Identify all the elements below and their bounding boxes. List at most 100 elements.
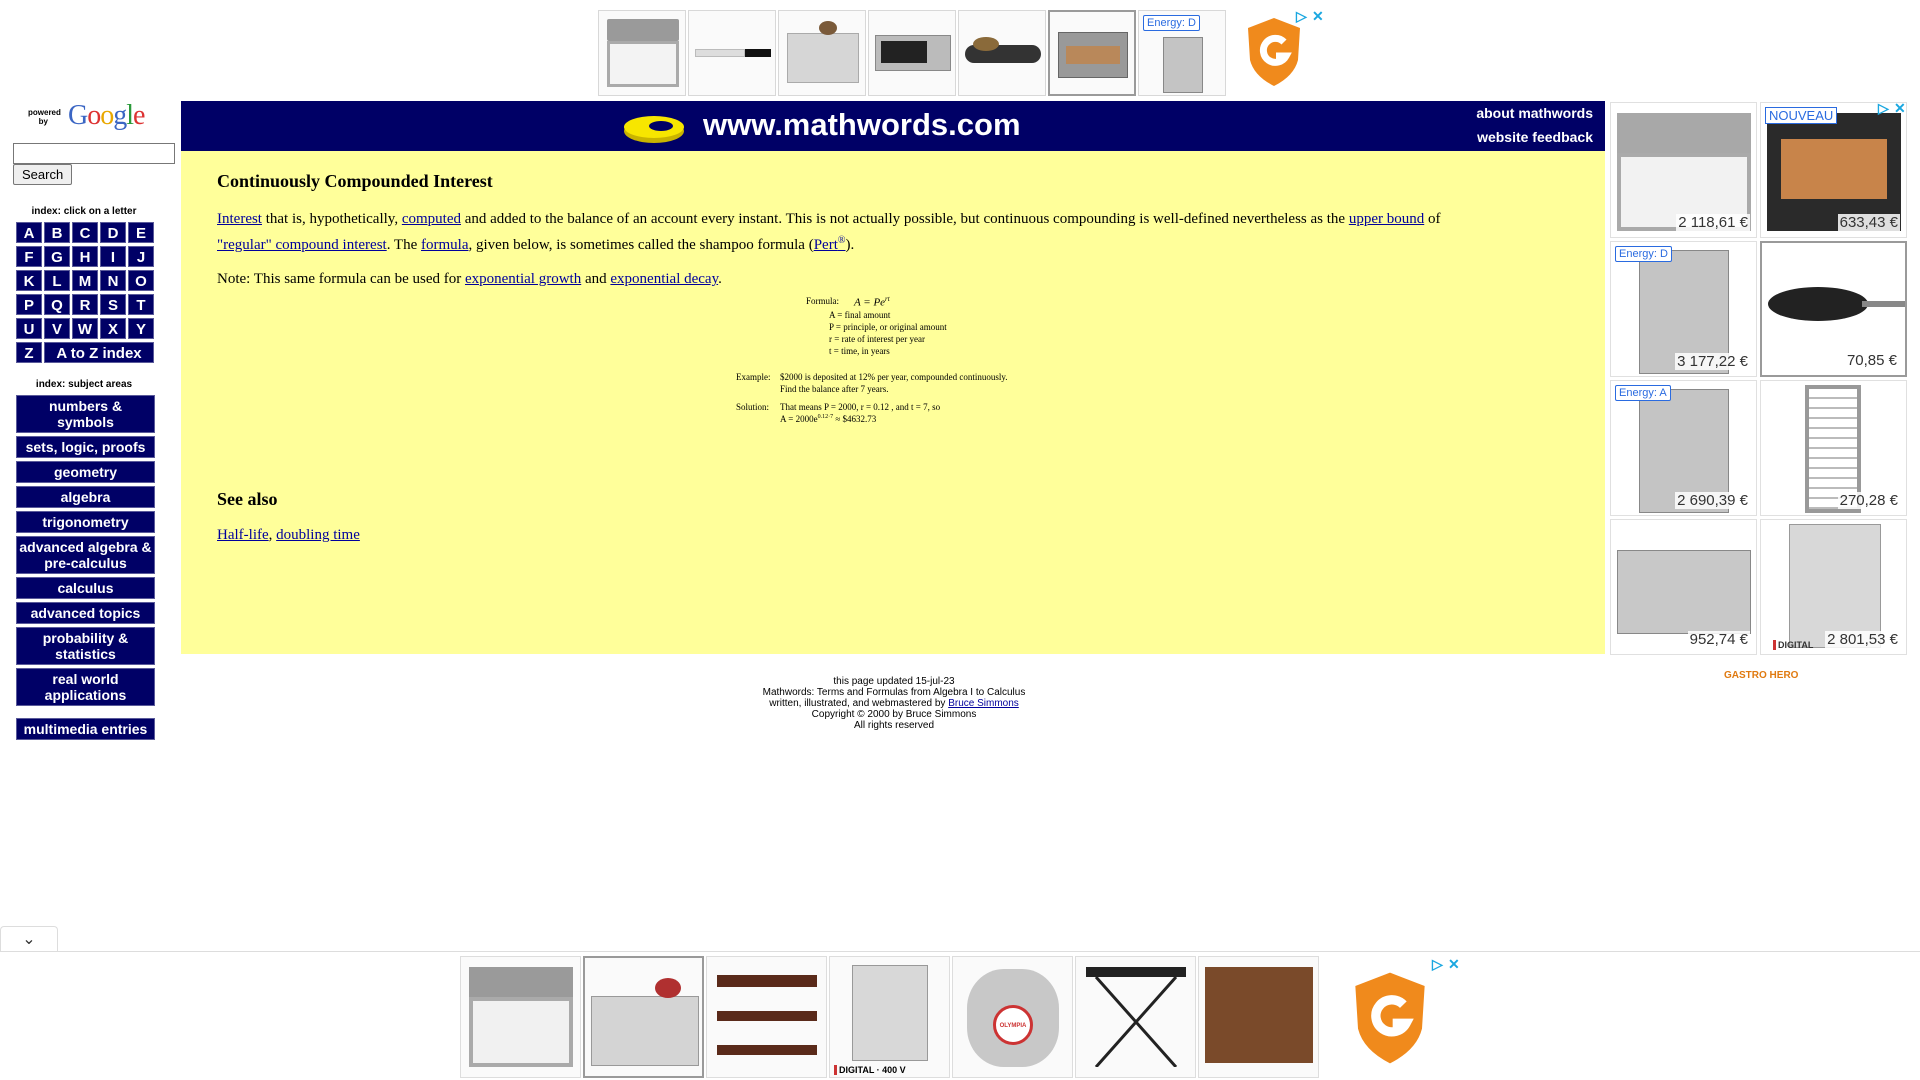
subject-geometry-button[interactable]: geometry	[16, 461, 155, 483]
top-ad-banner[interactable]: Energy: D ▷ ✕	[598, 8, 1324, 96]
gastro-hero-logo[interactable]	[1244, 16, 1304, 86]
letter-z-button[interactable]: Z	[16, 342, 42, 363]
energy-badge: Energy: A	[1615, 385, 1671, 401]
subject-probability-statistics-button[interactable]: probability & statistics	[16, 627, 155, 665]
letter-n-button[interactable]: N	[100, 270, 126, 291]
letter-c-button[interactable]: C	[72, 222, 98, 243]
letter-u-button[interactable]: U	[16, 318, 42, 339]
ad-thumb-gas-range[interactable]	[598, 10, 686, 96]
subject-advanced-algebra-pre-calculus-button[interactable]: advanced algebra & pre-calculus	[16, 536, 155, 574]
ad-product-tile[interactable]: Energy: D 3 177,22 €	[1610, 241, 1757, 377]
ad-product-tile[interactable]: 70,85 €	[1760, 241, 1907, 377]
close-icon[interactable]: ✕	[1312, 8, 1324, 25]
ad-product-tile[interactable]: 270,28 €	[1760, 380, 1907, 516]
letter-o-button[interactable]: O	[128, 270, 154, 291]
price-label: 70,85 €	[1844, 352, 1899, 369]
ad-choices-icon[interactable]: ▷	[1878, 100, 1889, 117]
letter-q-button[interactable]: Q	[44, 294, 70, 315]
site-title[interactable]: www.mathwords.com	[703, 107, 1021, 143]
search-input[interactable]	[13, 143, 175, 164]
ad-thumb-cabinet[interactable]	[583, 956, 704, 1078]
ad-thumb-hotplate[interactable]	[958, 10, 1046, 96]
ad-thumb-laundry-cart[interactable]	[1198, 956, 1319, 1078]
letter-p-button[interactable]: P	[16, 294, 42, 315]
letter-j-button[interactable]: J	[128, 246, 154, 267]
letter-a-button[interactable]: A	[16, 222, 42, 243]
ad-product-tile[interactable]: Energy: A 2 690,39 €	[1610, 380, 1757, 516]
exponential-growth-link[interactable]: exponential growth	[465, 271, 581, 287]
ad-product-tile[interactable]: NOUVEAU 633,43 €	[1760, 102, 1907, 238]
gastro-hero-logo[interactable]	[1350, 970, 1430, 1066]
letter-y-button[interactable]: Y	[128, 318, 154, 339]
letter-v-button[interactable]: V	[44, 318, 70, 339]
website-feedback-link[interactable]: website feedback	[1477, 129, 1593, 145]
def-a: A = final amount	[829, 310, 891, 320]
multimedia-entries-button[interactable]: multimedia entries	[16, 718, 155, 740]
text: Note: This same formula can be used for	[217, 271, 465, 287]
subject-calculus-button[interactable]: calculus	[16, 577, 155, 599]
letter-m-button[interactable]: M	[72, 270, 98, 291]
computed-link[interactable]: computed	[402, 211, 461, 227]
ad-thumb-trolley[interactable]	[706, 956, 827, 1078]
ad-thumb-knife[interactable]	[688, 10, 776, 96]
letter-x-button[interactable]: X	[100, 318, 126, 339]
letter-s-button[interactable]: S	[100, 294, 126, 315]
subject-numbers-symbols-button[interactable]: numbers & symbols	[16, 395, 155, 433]
upper-bound-link[interactable]: upper bound	[1349, 211, 1424, 227]
subject-real-world-applications-button[interactable]: real world applications	[16, 668, 155, 706]
ad-product-tile[interactable]: 952,74 €	[1610, 519, 1757, 655]
subject-advanced-topics-button[interactable]: advanced topics	[16, 602, 155, 624]
subject-sets-logic-proofs-button[interactable]: sets, logic, proofs	[16, 436, 155, 458]
author-link[interactable]: Bruce Simmons	[948, 698, 1019, 709]
regular-compound-interest-link[interactable]: "regular" compound interest	[217, 237, 387, 253]
ad-choices-icon[interactable]: ▷	[1296, 8, 1307, 25]
ad-thumb-gas-range[interactable]	[460, 956, 581, 1078]
letter-i-button[interactable]: I	[100, 246, 126, 267]
powered-by-label: powered by	[28, 108, 61, 126]
letter-l-button[interactable]: L	[44, 270, 70, 291]
collapse-ad-button[interactable]: ⌄	[0, 926, 58, 952]
search-button[interactable]: Search	[13, 164, 73, 185]
letter-t-button[interactable]: T	[128, 294, 154, 315]
example-label: Example:	[736, 372, 771, 382]
close-icon[interactable]: ✕	[1448, 956, 1460, 973]
letter-d-button[interactable]: D	[100, 222, 126, 243]
about-link[interactable]: about mathwords	[1476, 105, 1593, 121]
ad-thumb-chafing-fuel[interactable]: OLYMPIA	[952, 956, 1073, 1078]
letter-e-button[interactable]: E	[128, 222, 154, 243]
interest-link[interactable]: Interest	[217, 211, 262, 227]
digital-label: DIGITAL	[1773, 640, 1813, 650]
subject-algebra-button[interactable]: algebra	[16, 486, 155, 508]
ad-thumb-cabinet[interactable]	[778, 10, 866, 96]
ad-thumb-grill[interactable]	[1048, 10, 1136, 96]
ad-product-tile[interactable]: 2 118,61 €	[1610, 102, 1757, 238]
solution-label: Solution:	[736, 402, 770, 412]
subject-trigonometry-button[interactable]: trigonometry	[16, 511, 155, 533]
letter-f-button[interactable]: F	[16, 246, 42, 267]
gastro-hero-brand[interactable]: GASTRO HERO	[1724, 670, 1798, 681]
ad-product-tile[interactable]: DIGITAL 2 801,53 €	[1760, 519, 1907, 655]
doubling-time-link[interactable]: doubling time	[276, 527, 360, 543]
text: . The	[386, 237, 422, 253]
letter-k-button[interactable]: K	[16, 270, 42, 291]
price-label: 633,43 €	[1837, 214, 1900, 231]
letter-h-button[interactable]: H	[72, 246, 98, 267]
letter-w-button[interactable]: W	[72, 318, 98, 339]
ad-choices-icon[interactable]: ▷	[1432, 956, 1443, 973]
ad-thumb-fridge[interactable]: Energy: D	[1138, 10, 1226, 96]
ad-thumb-table[interactable]	[1075, 956, 1196, 1078]
formula-link[interactable]: formula	[421, 237, 468, 253]
half-life-link[interactable]: Half-life	[217, 527, 269, 543]
right-ad-grid[interactable]: 2 118,61 € NOUVEAU 633,43 € Energy: D 3 177,…	[1610, 100, 1910, 692]
bottom-ad-banner[interactable]: DIGITAL · 400 V OLYMPIA ▷ ✕	[460, 956, 1462, 1080]
mathwords-logo[interactable]	[623, 113, 685, 145]
pert-link[interactable]: Pert®	[814, 235, 846, 253]
close-icon[interactable]: ✕	[1894, 100, 1906, 117]
a-to-z-index-button[interactable]: A to Z index	[44, 342, 154, 363]
letter-g-button[interactable]: G	[44, 246, 70, 267]
exponential-decay-link[interactable]: exponential decay	[610, 271, 718, 287]
ad-thumb-dishwasher[interactable]: DIGITAL · 400 V	[829, 956, 950, 1078]
letter-b-button[interactable]: B	[44, 222, 70, 243]
letter-r-button[interactable]: R	[72, 294, 98, 315]
ad-thumb-pizza-oven[interactable]	[868, 10, 956, 96]
